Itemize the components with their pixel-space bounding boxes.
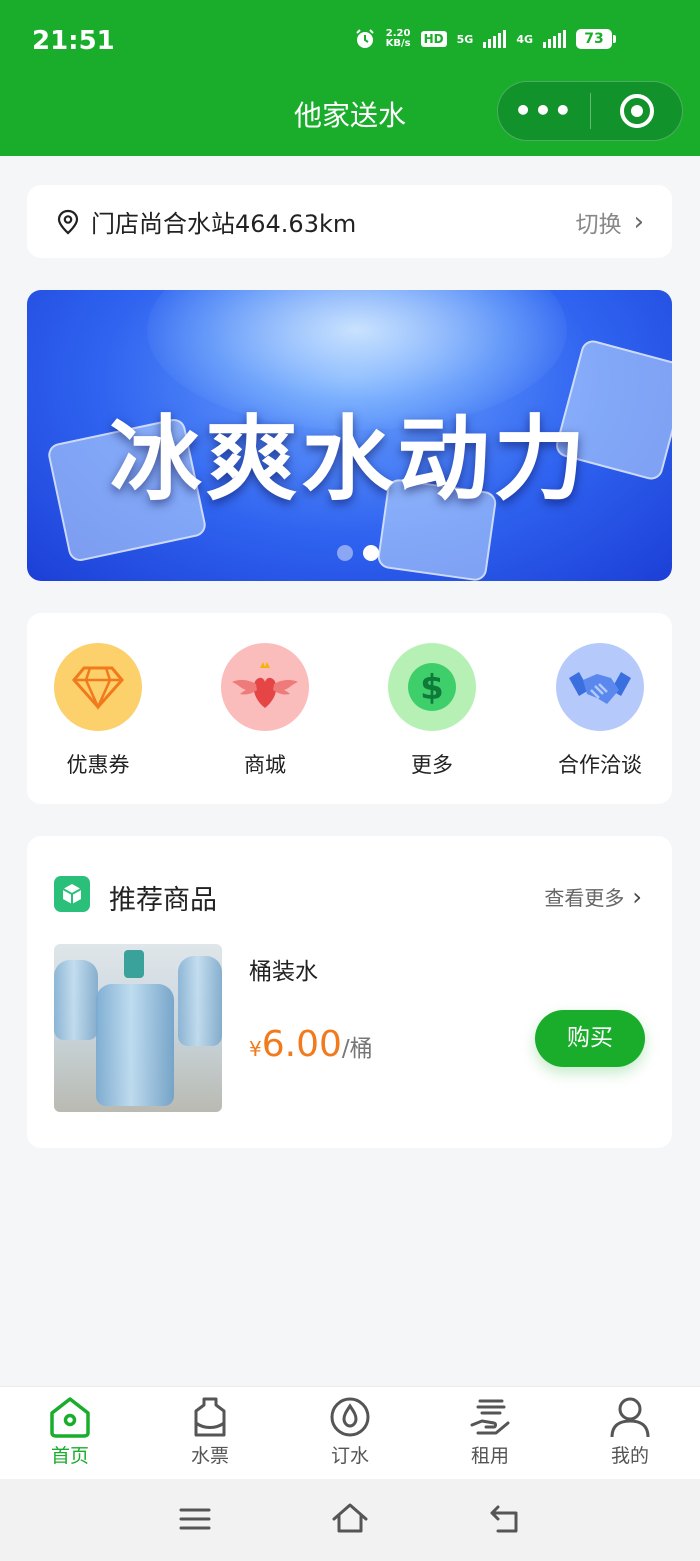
tab-mine[interactable]: 我的 bbox=[560, 1387, 700, 1479]
menu-icon[interactable] bbox=[178, 1501, 212, 1537]
switch-store-button[interactable]: 切换 bbox=[576, 205, 622, 239]
feature-label: 更多 bbox=[411, 753, 453, 777]
price-currency: ¥ bbox=[249, 1037, 262, 1061]
banner-dot[interactable] bbox=[337, 545, 353, 561]
home-icon bbox=[50, 1397, 90, 1438]
recommend-section: 推荐商品 查看更多 › 桶装水 ¥6.00/桶 购买 bbox=[27, 836, 672, 1148]
product-name[interactable]: 桶装水 bbox=[249, 952, 318, 986]
top-bar: 21:51 2.20 KB/s HD 5G 4G 73 他家送水 ••• bbox=[0, 0, 700, 156]
back-icon[interactable] bbox=[488, 1501, 524, 1537]
target-icon[interactable] bbox=[591, 94, 682, 128]
tab-label: 首页 bbox=[50, 1445, 89, 1467]
bottle-cap bbox=[124, 950, 144, 978]
view-more-link[interactable]: 查看更多 › bbox=[544, 882, 642, 911]
price-unit: /桶 bbox=[341, 1036, 373, 1062]
tab-rent[interactable]: 租用 bbox=[420, 1387, 560, 1479]
winged-heart-icon bbox=[221, 643, 309, 731]
status-time: 21:51 bbox=[32, 26, 115, 56]
box-icon bbox=[54, 876, 90, 912]
water-drop-icon bbox=[330, 1397, 370, 1437]
net-speed-unit: KB/s bbox=[385, 38, 411, 49]
feature-mall[interactable]: 商城 bbox=[185, 643, 345, 779]
status-icons: 2.20 KB/s HD 5G 4G 73 bbox=[354, 28, 616, 50]
buy-button[interactable]: 购买 bbox=[535, 1010, 645, 1067]
chevron-right-icon: › bbox=[633, 206, 644, 237]
system-nav-bar bbox=[0, 1479, 700, 1561]
user-icon bbox=[610, 1397, 650, 1438]
tab-home[interactable]: 首页 bbox=[0, 1387, 140, 1479]
signal-icon bbox=[543, 30, 566, 48]
diamond-icon bbox=[54, 643, 142, 731]
system-home-icon[interactable] bbox=[331, 1501, 369, 1537]
tab-label: 租用 bbox=[470, 1445, 509, 1467]
bottle-image bbox=[178, 956, 222, 1046]
banner-dots bbox=[337, 545, 379, 561]
feature-grid: 优惠券 商城 $ 更多 合作洽谈 bbox=[27, 613, 672, 804]
network-4g: 4G bbox=[516, 32, 533, 46]
tab-label: 订水 bbox=[330, 1445, 369, 1467]
tab-label: 水票 bbox=[190, 1445, 229, 1467]
feature-label: 合作洽谈 bbox=[558, 753, 642, 777]
signal-icon bbox=[483, 30, 507, 48]
tab-order-water[interactable]: 订水 bbox=[280, 1387, 420, 1479]
water-bucket-icon bbox=[194, 1397, 226, 1437]
network-5g: 5G bbox=[456, 32, 474, 46]
promo-banner[interactable]: 冰爽水动力 bbox=[27, 290, 672, 581]
dollar-icon: $ bbox=[388, 643, 476, 731]
feature-label: 优惠券 bbox=[66, 753, 130, 777]
feature-cooperation[interactable]: 合作洽谈 bbox=[520, 643, 680, 779]
battery-icon: 73 bbox=[576, 29, 616, 49]
hand-rent-icon bbox=[470, 1399, 510, 1435]
feature-coupon[interactable]: 优惠券 bbox=[18, 643, 178, 779]
store-name: 门店尚合水站464.63km bbox=[91, 210, 357, 238]
tab-water-ticket[interactable]: 水票 bbox=[140, 1387, 280, 1479]
store-selector[interactable]: 门店尚合水站464.63km 切换 › bbox=[27, 185, 672, 258]
product-price: ¥6.00/桶 bbox=[249, 1024, 373, 1065]
bottle-image bbox=[54, 960, 98, 1040]
feature-label: 商城 bbox=[244, 753, 286, 777]
mini-program-capsule: ••• bbox=[497, 81, 683, 141]
banner-text: 冰爽水动力 bbox=[109, 406, 590, 513]
ellipsis-icon[interactable]: ••• bbox=[498, 97, 590, 125]
handshake-icon bbox=[556, 643, 644, 731]
alarm-icon bbox=[355, 29, 374, 48]
price-value: 6.00 bbox=[261, 1024, 342, 1065]
section-title: 推荐商品 bbox=[109, 885, 217, 916]
bottle-image bbox=[96, 984, 174, 1106]
feature-more[interactable]: $ 更多 bbox=[352, 643, 512, 779]
product-image[interactable] bbox=[54, 944, 222, 1112]
tab-label: 我的 bbox=[610, 1445, 649, 1467]
location-pin-icon bbox=[57, 209, 79, 234]
view-more-label: 查看更多 bbox=[544, 886, 625, 910]
svg-text:$: $ bbox=[420, 668, 444, 708]
net-speed: 2.20 KB/s bbox=[386, 29, 411, 49]
hd-badge: HD bbox=[420, 31, 447, 47]
banner-dot-active[interactable] bbox=[363, 545, 379, 561]
bottom-tab-bar: 首页 水票 订水 租用 我的 bbox=[0, 1386, 700, 1479]
chevron-right-icon: › bbox=[632, 883, 642, 911]
